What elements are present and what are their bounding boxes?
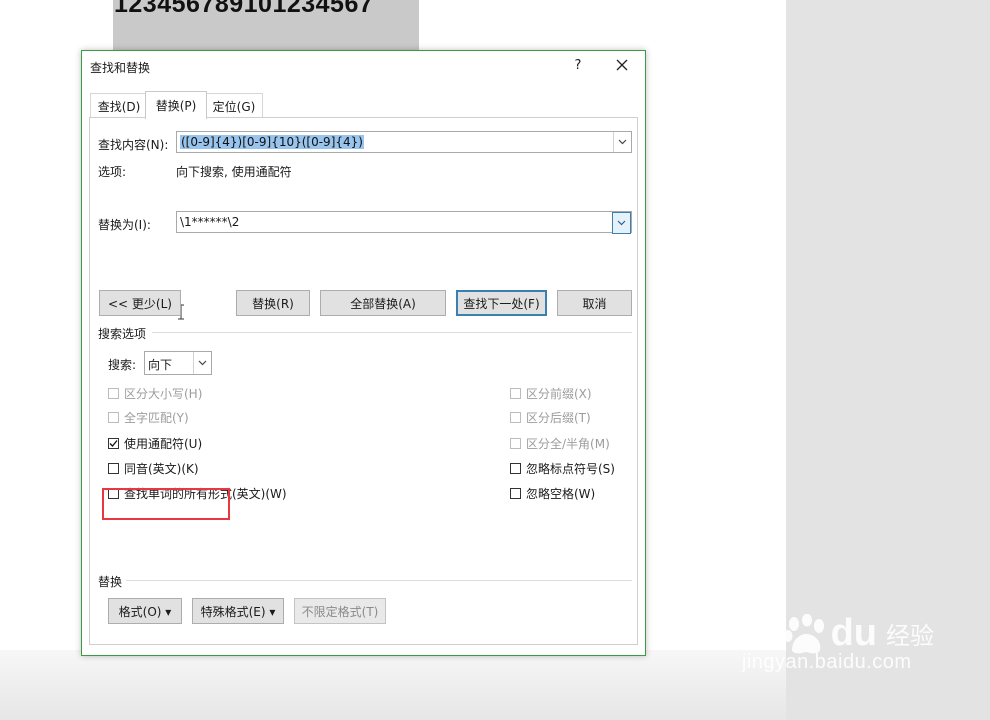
ignore-whitespace-checkbox[interactable]: 忽略空格(W): [510, 485, 595, 502]
wildcard-highlight-box: [102, 488, 230, 520]
tab-goto[interactable]: 定位(G): [205, 93, 263, 118]
tab-replace-label: 替换(P): [155, 99, 197, 113]
sounds-like-label: 同音(英文)(K): [124, 462, 199, 476]
match-prefix-label: 区分前缀(X): [526, 387, 592, 401]
watermark-url: jingyan.baidu.com: [741, 651, 912, 673]
close-icon: [616, 59, 628, 71]
find-replace-dialog: 查找和替换 ? 查找(D) 替换(P) 定位(G) 查找内容(N): ([0-9…: [81, 50, 646, 656]
chevron-down-icon: [618, 139, 627, 145]
search-options-divider: [152, 332, 632, 333]
checkbox-box: [510, 438, 521, 449]
checkbox-box: [108, 438, 119, 449]
cancel-button[interactable]: 取消: [557, 290, 632, 316]
use-wildcards-label: 使用通配符(U): [124, 437, 203, 451]
options-label: 选项:: [98, 165, 127, 179]
match-width-checkbox[interactable]: 区分全/半角(M): [510, 435, 610, 452]
match-case-checkbox[interactable]: 区分大小写(H): [108, 385, 202, 402]
search-direction-label: 搜索:: [108, 358, 137, 372]
ignore-punctuation-checkbox[interactable]: 忽略标点符号(S): [510, 460, 615, 477]
search-direction-value: 向下: [148, 358, 173, 372]
ignore-whitespace-label: 忽略空格(W): [526, 487, 596, 501]
tab-goto-label: 定位(G): [212, 99, 256, 114]
checkbox-box: [108, 388, 119, 399]
replace-section-heading: 替换: [98, 575, 123, 589]
match-prefix-checkbox[interactable]: 区分前缀(X): [510, 385, 592, 402]
checkbox-box: [510, 488, 521, 499]
replace-section-divider: [126, 580, 632, 581]
watermark-brand-right: du: [830, 612, 877, 654]
document-number-text: 12345678910123456​7: [114, 0, 374, 18]
whole-word-checkbox[interactable]: 全字匹配(Y): [108, 409, 189, 426]
replace-with-dropdown[interactable]: [612, 212, 631, 234]
watermark-brand-cn: 经验: [886, 623, 934, 650]
tab-find[interactable]: 查找(D): [90, 93, 148, 118]
find-what-value: ([0-9]{4})[0-9]{10}([0-9]{4}): [180, 135, 364, 149]
replace-tab-panel: 查找内容(N): ([0-9]{4})[0-9]{10}([0-9]{4}) 选…: [89, 117, 638, 645]
replace-with-combo[interactable]: \1******\2: [176, 211, 632, 234]
find-next-button[interactable]: 查找下一处(F): [456, 290, 547, 316]
chevron-down-icon: [198, 360, 207, 366]
replace-with-label: 替换为(I):: [98, 218, 151, 232]
special-format-button[interactable]: 特殊格式(E) ▾: [192, 598, 284, 624]
tab-find-label: 查找(D): [97, 99, 141, 114]
baidu-watermark: Bai du 经验 jingyan.baidu.com: [719, 612, 934, 674]
close-button[interactable]: [608, 53, 636, 77]
find-what-dropdown[interactable]: [613, 132, 631, 152]
sounds-like-checkbox[interactable]: 同音(英文)(K): [108, 460, 199, 477]
replace-button[interactable]: 替换(R): [236, 290, 310, 316]
search-direction-dropdown[interactable]: [193, 352, 211, 374]
replace-with-value: \1******\2: [180, 215, 240, 229]
chevron-down-icon: [617, 220, 626, 226]
tab-replace[interactable]: 替换(P): [145, 91, 207, 119]
checkbox-box: [108, 412, 119, 423]
checkmark-icon: [109, 440, 118, 447]
no-formatting-button[interactable]: 不限定格式(T): [294, 598, 386, 624]
match-suffix-checkbox[interactable]: 区分后缀(T): [510, 409, 591, 426]
format-button[interactable]: 格式(O) ▾: [108, 598, 182, 624]
options-value: 向下搜索, 使用通配符: [176, 165, 292, 179]
help-button[interactable]: ?: [566, 53, 590, 77]
use-wildcards-checkbox[interactable]: 使用通配符(U): [108, 435, 202, 452]
whole-word-label: 全字匹配(Y): [124, 411, 189, 425]
find-what-label: 查找内容(N):: [98, 138, 169, 152]
match-width-label: 区分全/半角(M): [526, 437, 610, 451]
match-case-label: 区分大小写(H): [124, 387, 203, 401]
document-bottom-area: [0, 650, 786, 720]
checkbox-box: [510, 412, 521, 423]
less-button[interactable]: << 更少(L): [99, 290, 181, 316]
search-direction-select[interactable]: 向下: [144, 351, 212, 375]
watermark-brand-left: Bai: [719, 612, 779, 654]
ignore-punctuation-label: 忽略标点符号(S): [526, 462, 615, 476]
match-suffix-label: 区分后缀(T): [526, 411, 591, 425]
search-options-heading: 搜索选项: [98, 327, 147, 341]
replace-all-button[interactable]: 全部替换(A): [320, 290, 446, 316]
find-what-combo[interactable]: ([0-9]{4})[0-9]{10}([0-9]{4}): [176, 131, 632, 153]
paw-icon: [783, 613, 824, 653]
checkbox-box: [510, 388, 521, 399]
checkbox-box: [510, 463, 521, 474]
checkbox-box: [108, 463, 119, 474]
dialog-title: 查找和替换: [90, 61, 151, 75]
